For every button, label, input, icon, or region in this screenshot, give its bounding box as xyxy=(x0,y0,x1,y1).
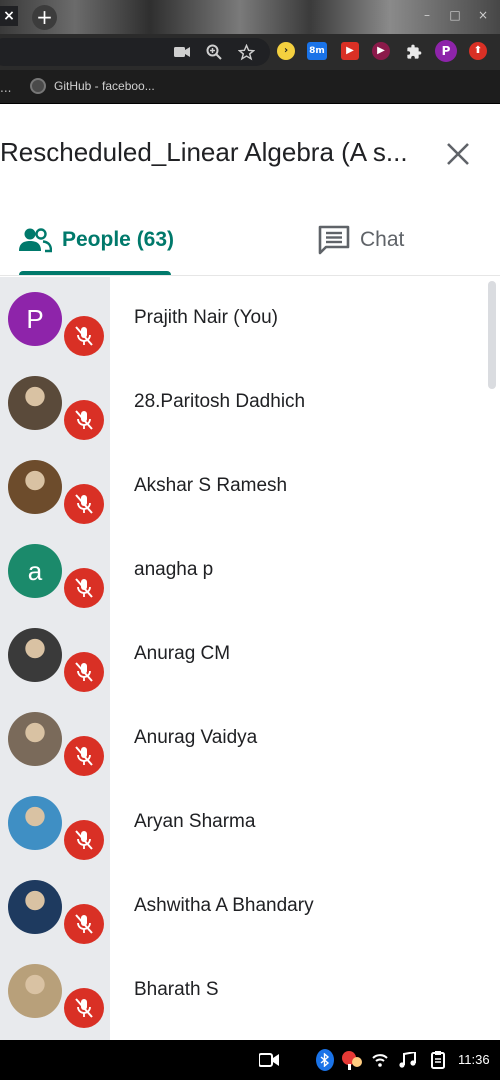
new-tab-button[interactable]: + xyxy=(32,5,57,30)
camera-icon[interactable] xyxy=(172,42,192,62)
mic-off-glyph xyxy=(75,830,93,850)
participant-name: 28.Paritosh Dadhich xyxy=(134,391,306,412)
close-window-button[interactable]: × xyxy=(476,8,490,22)
mic-off-glyph xyxy=(75,914,93,934)
mic-off-glyph xyxy=(75,662,93,682)
bookmarks-bar: ... GitHub - faceboo... xyxy=(0,70,500,104)
zoom-icon[interactable] xyxy=(204,42,224,62)
music-icon[interactable] xyxy=(399,1050,417,1070)
mic-off-icon xyxy=(64,316,104,356)
mic-off-glyph xyxy=(75,746,93,766)
close-panel-button[interactable] xyxy=(444,140,472,168)
mic-off-glyph xyxy=(75,326,93,346)
red-square-ext-icon[interactable]: ▶ xyxy=(341,42,359,60)
participant-name: anagha p xyxy=(134,559,214,580)
clipboard-icon[interactable] xyxy=(431,1050,445,1070)
participant-row[interactable]: Akshar S Ramesh xyxy=(0,445,500,529)
mic-off-glyph xyxy=(75,410,93,430)
tab-chat-label: Chat xyxy=(360,228,405,251)
video-icon[interactable] xyxy=(259,1050,279,1070)
yellow-ext-icon[interactable]: › xyxy=(277,42,295,60)
system-clock[interactable]: 11:36 xyxy=(458,1052,490,1067)
browser-toolbar: › 8m ▶ ▶ P ⬆ xyxy=(0,34,500,70)
wifi-icon[interactable] xyxy=(372,1050,388,1070)
mic-off-icon xyxy=(64,484,104,524)
bookmark-star-icon[interactable] xyxy=(236,42,256,62)
avatar: a xyxy=(8,544,62,598)
participant-row[interactable]: P Prajith Nair (You) xyxy=(0,277,500,361)
mic-off-icon xyxy=(64,400,104,440)
mic-off-icon xyxy=(64,988,104,1028)
tab-people[interactable]: People (63) xyxy=(18,204,174,276)
mic-off-icon xyxy=(64,904,104,944)
avatar xyxy=(8,880,62,934)
mic-off-glyph xyxy=(75,998,93,1018)
participant-row[interactable]: Anurag Vaidya xyxy=(0,697,500,781)
avatar xyxy=(8,712,62,766)
github-icon xyxy=(30,78,46,94)
participant-name: Aryan Sharma xyxy=(134,811,256,832)
meeting-title: Rescheduled_Linear Algebra (A s... xyxy=(0,137,408,167)
tab-people-label: People (63) xyxy=(62,228,175,251)
bookmark-label: GitHub - faceboo... xyxy=(54,79,155,93)
record-ext-icon[interactable]: ▶ xyxy=(372,42,390,60)
avatar xyxy=(8,460,62,514)
participant-name: Ashwitha A Bhandary xyxy=(134,895,314,916)
participant-row[interactable]: Bharath S xyxy=(0,949,500,1033)
browser-chrome: × + – □ × › 8m ▶ ▶ P ⬆ ... GitHub - face… xyxy=(0,0,500,104)
avatar: P xyxy=(8,292,62,346)
mic-off-icon xyxy=(64,652,104,692)
bookmark-overflow[interactable]: ... xyxy=(0,81,11,95)
participant-row[interactable]: Ashwitha A Bhandary xyxy=(0,865,500,949)
close-tab-button[interactable]: × xyxy=(0,6,18,26)
people-icon xyxy=(19,228,52,253)
people-panel: Rescheduled_Linear Algebra (A s... Peopl… xyxy=(0,104,500,1040)
participant-list[interactable]: P Prajith Nair (You) 28.Paritosh Dadhich Ak… xyxy=(0,277,500,1040)
participant-row[interactable]: Anurag CM xyxy=(0,613,500,697)
bluetooth-icon[interactable] xyxy=(316,1049,334,1071)
window-buttons: – □ × xyxy=(420,8,490,22)
tab-chat[interactable]: Chat xyxy=(318,204,404,276)
participant-name: Bharath S xyxy=(134,979,219,1000)
avatar xyxy=(8,628,62,682)
mic-off-icon xyxy=(64,568,104,608)
minimize-button[interactable]: – xyxy=(420,8,434,22)
participant-row[interactable]: 28.Paritosh Dadhich xyxy=(0,361,500,445)
mic-off-glyph xyxy=(75,578,93,598)
badge-ext-icon[interactable]: 8m xyxy=(307,42,327,60)
participant-row[interactable]: Aryan Sharma xyxy=(0,781,500,865)
avatar xyxy=(8,376,62,430)
participant-row[interactable]: a anagha p xyxy=(0,529,500,613)
chat-icon xyxy=(318,225,350,255)
participant-name: Anurag CM xyxy=(134,643,231,664)
notification-icon[interactable] xyxy=(341,1050,363,1070)
mic-off-icon xyxy=(64,820,104,860)
system-shelf: 11:36 xyxy=(0,1040,500,1080)
panel-tabs: People (63) Chat xyxy=(0,204,500,276)
bookmark-github[interactable]: GitHub - faceboo... xyxy=(30,78,155,94)
avatar xyxy=(8,964,62,1018)
participant-name: Prajith Nair (You) xyxy=(134,307,278,328)
participant-name: Anurag Vaidya xyxy=(134,727,258,748)
puzzle-icon[interactable] xyxy=(404,42,424,62)
active-tab-indicator xyxy=(19,271,171,275)
tab-strip: × + – □ × xyxy=(0,0,500,34)
avatar xyxy=(8,796,62,850)
update-icon[interactable]: ⬆ xyxy=(469,42,487,60)
close-icon xyxy=(447,143,469,165)
profile-avatar-icon[interactable]: P xyxy=(435,40,457,62)
mic-off-glyph xyxy=(75,494,93,514)
participant-name: Akshar S Ramesh xyxy=(134,475,288,496)
address-bar[interactable] xyxy=(0,38,270,66)
maximize-button[interactable]: □ xyxy=(448,8,462,22)
mic-off-icon xyxy=(64,736,104,776)
